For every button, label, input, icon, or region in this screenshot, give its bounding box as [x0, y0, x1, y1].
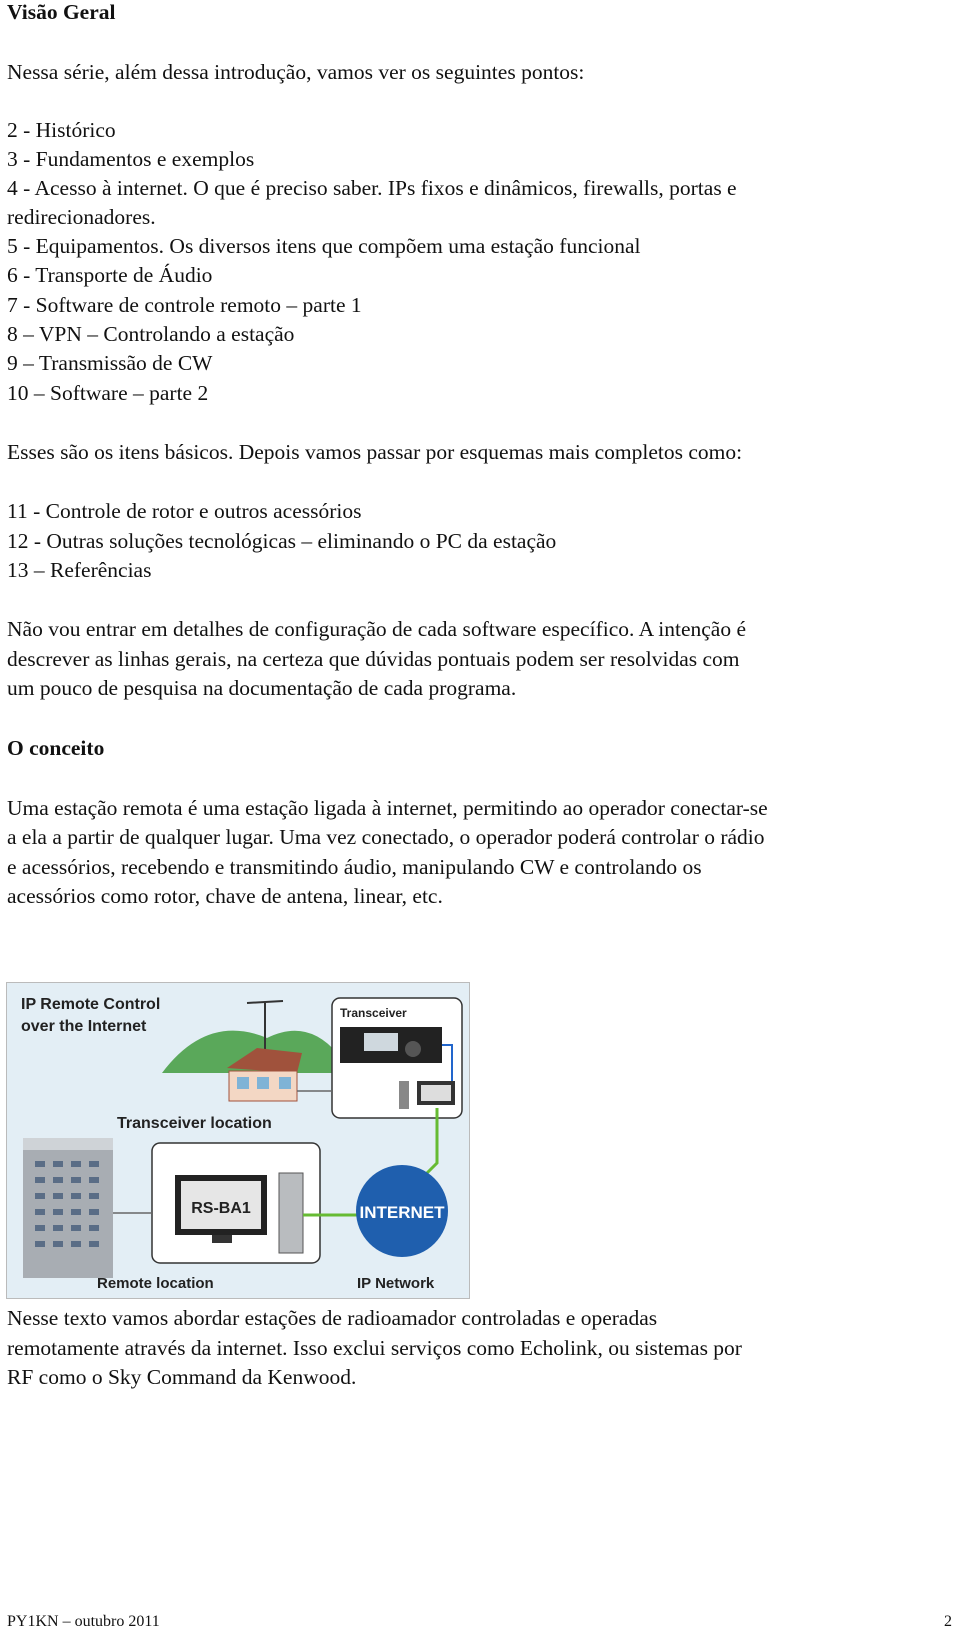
paragraph-line: acessórios como rotor, chave de antena, … — [7, 884, 443, 908]
list-item: 12 - Outras soluções tecnológicas – elim… — [7, 529, 557, 553]
list-item: redirecionadores. — [7, 205, 156, 229]
basics-text: Esses são os itens básicos. Depois vamos… — [7, 440, 743, 464]
list-item: 4 - Acesso à internet. O que é preciso s… — [7, 176, 737, 200]
list-item: 11 - Controle de rotor e outros acessóri… — [7, 499, 362, 523]
paragraph-line: Não vou entrar em detalhes de configuraç… — [7, 617, 747, 641]
transceiver-location-label: Transceiver location — [117, 1115, 272, 1132]
paragraph-line: Uma estação remota é uma estação ligada … — [7, 796, 768, 820]
list-item: 5 - Equipamentos. Os diversos itens que … — [7, 234, 641, 258]
paragraph-line: RF como o Sky Command da Kenwood. — [7, 1365, 357, 1389]
figure-title-line2: over the Internet — [21, 1018, 147, 1035]
ip-network-label: IP Network — [357, 1275, 435, 1292]
remote-location-label: Remote location — [97, 1275, 214, 1292]
paragraph-line: um pouco de pesquisa na documentação de … — [7, 676, 517, 700]
internet-label: INTERNET — [360, 1203, 446, 1222]
overview-heading: Visão Geral — [7, 0, 116, 24]
list-item: 3 - Fundamentos e exemplos — [7, 147, 255, 171]
building-icon — [23, 1138, 113, 1278]
list-item: 7 - Software de controle remoto – parte … — [7, 293, 362, 317]
list-item: 6 - Transporte de Áudio — [7, 263, 213, 287]
list-item: 9 – Transmissão de CW — [7, 351, 213, 375]
page-number: 2 — [944, 1613, 952, 1630]
paragraph-line: e acessórios, recebendo e transmitindo á… — [7, 855, 702, 879]
concept-heading: O conceito — [7, 736, 105, 760]
paragraph-line: remotamente através da internet. Isso ex… — [7, 1336, 742, 1360]
paragraph-line: Nesse texto vamos abordar estações de ra… — [7, 1306, 658, 1330]
footer-author-date: PY1KN – outubro 2011 — [7, 1613, 160, 1630]
list-item: 8 – VPN – Controlando a estação — [7, 322, 295, 346]
list-item: 13 – Referências — [7, 558, 152, 582]
rs-ba1-label: RS-BA1 — [191, 1200, 251, 1217]
list-item: 10 – Software – parte 2 — [7, 381, 209, 405]
list-item: 2 - Histórico — [7, 118, 116, 142]
figure-title-line1: IP Remote Control — [21, 996, 160, 1013]
transceiver-label: Transceiver — [340, 1006, 407, 1020]
station-pc-icon — [399, 1081, 409, 1109]
intro-text: Nessa série, além dessa introdução, vamo… — [7, 60, 585, 84]
ip-remote-control-diagram: IP Remote Control over the Internet Tran… — [6, 982, 470, 1299]
paragraph-line: descrever as linhas gerais, na certeza q… — [7, 647, 740, 671]
paragraph-line: a ela a partir de qualquer lugar. Uma ve… — [7, 825, 765, 849]
